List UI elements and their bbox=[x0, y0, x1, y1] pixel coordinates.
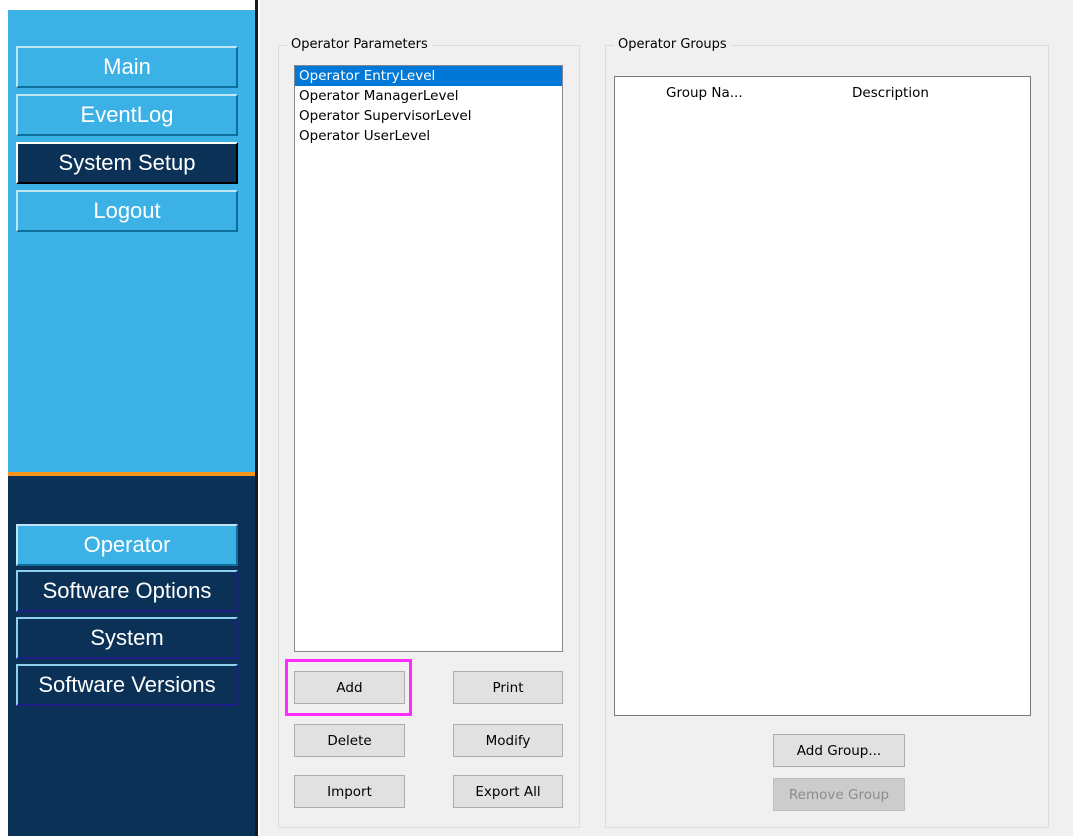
operator-list-item[interactable]: Operator ManagerLevel bbox=[295, 86, 562, 106]
column-header-description[interactable]: Description bbox=[852, 85, 929, 101]
subnav-operator-button[interactable]: Operator bbox=[16, 524, 238, 566]
subnav-system-button[interactable]: System bbox=[16, 617, 238, 659]
operator-groups-title: Operator Groups bbox=[614, 37, 731, 52]
operator-groups-listview[interactable]: Group Na... Description bbox=[614, 76, 1031, 716]
operator-list-item[interactable]: Operator EntryLevel bbox=[295, 66, 562, 86]
main-content: Operator Parameters Operator EntryLevel O… bbox=[260, 0, 1073, 836]
print-button[interactable]: Print bbox=[453, 671, 563, 704]
export-all-button[interactable]: Export All bbox=[453, 775, 563, 808]
nav-system-setup-button[interactable]: System Setup bbox=[16, 142, 238, 184]
remove-group-button: Remove Group bbox=[773, 778, 905, 811]
operator-list-item[interactable]: Operator UserLevel bbox=[295, 126, 562, 146]
operator-list-item[interactable]: Operator SupervisorLevel bbox=[295, 106, 562, 126]
left-navigation: Main EventLog System Setup Logout Operat… bbox=[0, 0, 255, 836]
column-header-group-name[interactable]: Group Na... bbox=[666, 85, 743, 101]
operator-list-items: Operator EntryLevel Operator ManagerLevel… bbox=[295, 66, 562, 146]
operator-list[interactable]: Operator EntryLevel Operator ManagerLevel… bbox=[294, 65, 563, 652]
import-button[interactable]: Import bbox=[294, 775, 405, 808]
add-group-button[interactable]: Add Group... bbox=[773, 734, 905, 767]
operator-parameters-title: Operator Parameters bbox=[287, 37, 432, 52]
add-button-highlight bbox=[285, 659, 412, 716]
subnav-software-options-button[interactable]: Software Options bbox=[16, 570, 238, 612]
modify-button[interactable]: Modify bbox=[453, 724, 563, 757]
nav-logout-button[interactable]: Logout bbox=[16, 190, 238, 232]
nav-eventlog-button[interactable]: EventLog bbox=[16, 94, 238, 136]
delete-button[interactable]: Delete bbox=[294, 724, 405, 757]
nav-main-button[interactable]: Main bbox=[16, 46, 238, 88]
panel-divider bbox=[255, 0, 258, 836]
subnav-software-versions-button[interactable]: Software Versions bbox=[16, 664, 238, 706]
